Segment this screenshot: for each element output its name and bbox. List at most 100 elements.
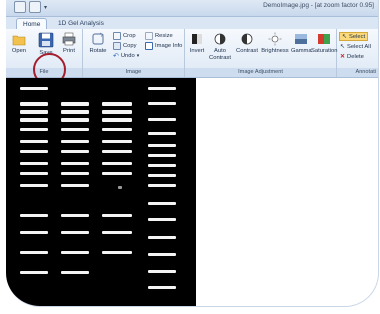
- gel-band: [20, 140, 48, 143]
- gel-band: [61, 184, 89, 187]
- gel-band: [102, 162, 132, 165]
- select-button[interactable]: ↖ Select: [339, 32, 369, 41]
- gel-band: [20, 87, 48, 90]
- gel-band: [20, 271, 48, 274]
- gel-band: [61, 150, 89, 153]
- ladder-band: [148, 184, 176, 187]
- delete-icon: ✕: [340, 54, 346, 60]
- copy-button-label: Copy: [123, 43, 137, 49]
- auto-contrast-label-1: Auto: [214, 48, 226, 54]
- invert-button-label: Invert: [189, 48, 205, 54]
- gel-band: [20, 172, 48, 175]
- copy-button[interactable]: Copy: [113, 42, 137, 50]
- brightness-icon: [268, 32, 282, 46]
- gel-band: [61, 172, 89, 175]
- ladder-band: [148, 174, 176, 177]
- image-info-button-label: Image Info: [155, 43, 183, 49]
- gel-band: [20, 110, 48, 114]
- delete-button-label: Delete: [347, 53, 364, 60]
- ladder-band: [148, 132, 176, 135]
- rotate-icon: [92, 32, 104, 45]
- open-button-label: Open: [11, 48, 27, 54]
- save-floppy-icon: [38, 32, 54, 48]
- gel-band: [20, 231, 48, 234]
- select-button-label: Select: [349, 33, 366, 40]
- image-info-icon: [145, 42, 153, 50]
- gamma-button-label: Gamma: [291, 48, 312, 54]
- crop-button[interactable]: Crop: [113, 32, 136, 40]
- gel-band: [61, 140, 89, 143]
- gel-band: [20, 184, 48, 187]
- ladder-band: [148, 236, 176, 239]
- print-button[interactable]: Print: [60, 32, 78, 55]
- contrast-button[interactable]: Contrast: [234, 32, 260, 55]
- gel-band: [20, 214, 48, 217]
- ladder-band: [148, 87, 176, 90]
- gel-band: [20, 251, 48, 254]
- ladder-band: [148, 202, 176, 205]
- saturation-button[interactable]: Saturation: [311, 32, 337, 55]
- undo-icon: ↶: [113, 53, 119, 60]
- ribbon-group-image: Rotate Crop Resize Copy Image Info ↶ Und…: [83, 29, 185, 77]
- invert-button[interactable]: Invert: [188, 32, 206, 55]
- gel-band: [102, 102, 132, 106]
- gel-band: [102, 128, 132, 131]
- ladder-band: [148, 286, 176, 289]
- resize-icon: [145, 32, 153, 40]
- ladder-band: [148, 218, 176, 221]
- copy-icon: [113, 42, 121, 50]
- gel-band: [20, 118, 48, 122]
- select-all-button[interactable]: ↖ Select All: [340, 43, 371, 51]
- auto-contrast-icon: [214, 33, 226, 45]
- open-button[interactable]: Open: [10, 32, 28, 55]
- auto-contrast-label-2: Contrast: [209, 54, 231, 61]
- crop-button-label: Crop: [123, 33, 136, 39]
- select-icon: ↖: [342, 34, 348, 40]
- gel-band: [61, 231, 89, 234]
- auto-contrast-button[interactable]: Auto Contrast: [208, 32, 232, 61]
- gel-band: [20, 150, 48, 153]
- ladder-band: [148, 102, 176, 105]
- image-info-button[interactable]: Image Info: [145, 42, 182, 50]
- gel-band: [61, 128, 89, 131]
- ladder-band: [148, 253, 176, 256]
- open-folder-icon: [12, 35, 26, 46]
- rotate-button[interactable]: Rotate: [87, 32, 109, 55]
- qat-save-icon[interactable]: [29, 1, 41, 13]
- gamma-button[interactable]: Gamma: [291, 32, 312, 55]
- brightness-button[interactable]: Brightness: [260, 32, 290, 55]
- title-bar: ▾ DemoImage.jpg - [at zoom factor 0.95]: [6, 0, 378, 17]
- gel-band: [102, 150, 132, 153]
- app-menu-icon[interactable]: [14, 1, 26, 13]
- gel-band: [102, 110, 132, 114]
- gel-band: [102, 231, 132, 234]
- undo-dropdown-icon: ▾: [136, 53, 140, 59]
- qat-dropdown-icon[interactable]: ▾: [44, 4, 47, 11]
- gamma-icon: [295, 34, 307, 44]
- ribbon: Open Save Print File Rotate Crop Resize …: [6, 29, 378, 86]
- gel-image[interactable]: [6, 78, 196, 306]
- ribbon-group-annotation-label: Annotati: [337, 68, 378, 77]
- gel-band: [61, 102, 89, 106]
- gel-band: [61, 162, 89, 165]
- saturation-icon: [318, 34, 330, 44]
- quick-access-toolbar: ▾: [14, 1, 47, 13]
- tab-1d-gel-analysis[interactable]: 1D Gel Analysis: [52, 18, 110, 29]
- ladder-band: [148, 144, 176, 147]
- rotate-button-label: Rotate: [89, 48, 107, 54]
- invert-icon: [192, 34, 202, 44]
- gel-band: [20, 102, 48, 106]
- select-all-button-label: Select All: [347, 43, 371, 50]
- delete-button[interactable]: ✕ Delete: [340, 53, 364, 61]
- gel-band: [102, 214, 132, 217]
- gel-band: [102, 172, 132, 175]
- print-icon: [62, 32, 76, 46]
- ladder-band: [148, 164, 176, 167]
- resize-button[interactable]: Resize: [145, 32, 173, 40]
- ribbon-group-annotation: ↖ Select ↖ Select All ✕ Delete Annotati: [337, 29, 378, 77]
- saturation-button-label: Saturation: [311, 48, 338, 54]
- gel-band: [61, 214, 89, 217]
- gel-band: [102, 140, 132, 143]
- undo-button[interactable]: ↶ Undo ▾: [113, 52, 139, 60]
- select-all-icon: ↖: [340, 44, 346, 50]
